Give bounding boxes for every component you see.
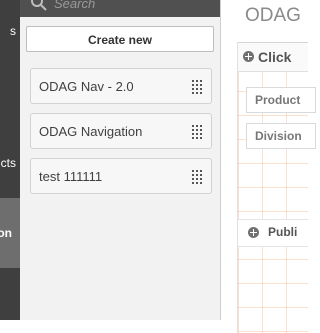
filter-pane-division[interactable]: Division (246, 123, 316, 149)
nav-item-active[interactable]: on (0, 198, 20, 268)
nav-item-active-label: on (0, 226, 12, 240)
drag-handle-icon[interactable] (192, 80, 202, 94)
nav-item-1-label: s (10, 24, 16, 38)
list-item-label: ODAG Nav - 2.0 (39, 79, 134, 94)
drag-handle-icon[interactable] (192, 125, 202, 139)
list-item-label: ODAG Navigation (39, 124, 143, 139)
click-row-label: Click (258, 49, 292, 65)
create-new-button[interactable]: Create new (26, 26, 214, 52)
selection-panel: Search Create new ODAG Nav - 2.0 ODAG Na… (20, 0, 221, 320)
nav-item-2-label: cts (0, 156, 16, 170)
plus-circle-icon (248, 227, 259, 238)
drag-handle-icon[interactable] (192, 170, 202, 184)
publish-label: Publi (268, 225, 298, 239)
list-item-label: test 111111 (39, 169, 103, 184)
nav-item-1[interactable]: s (0, 24, 20, 40)
list-item[interactable]: ODAG Nav - 2.0 (30, 68, 212, 104)
plus-circle-icon (243, 51, 254, 62)
search-input[interactable]: Search (54, 0, 95, 11)
publish-row[interactable]: Publi (238, 219, 308, 247)
sheet-canvas: Click Product Division Publi (237, 42, 316, 333)
click-to-add-row[interactable]: Click (238, 43, 308, 72)
list-item[interactable]: test 111111 (30, 158, 212, 194)
search-icon (30, 0, 48, 17)
filter-pane-product[interactable]: Product (246, 87, 316, 113)
left-navigation: s cts on (0, 0, 20, 320)
search-bar[interactable]: Search (20, 0, 220, 17)
nav-item-2[interactable]: cts (0, 156, 20, 172)
page-title: ODAG (245, 5, 301, 26)
sheet-area: ODAG Click Product Division Publi (221, 0, 316, 333)
list-item[interactable]: ODAG Navigation (30, 113, 212, 149)
